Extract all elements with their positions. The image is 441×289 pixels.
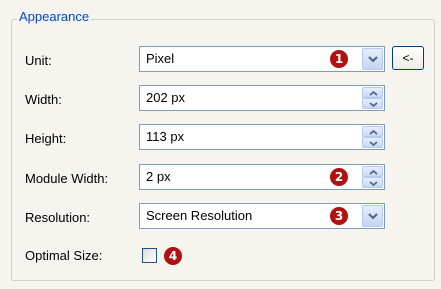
- height-spin-down-button[interactable]: [362, 137, 383, 148]
- width-spin-up-button[interactable]: [362, 87, 383, 98]
- callout-badge-1: 1: [330, 50, 348, 68]
- height-value: 113 px: [146, 129, 185, 144]
- module-width-input[interactable]: 2 px 2: [139, 164, 385, 190]
- width-input[interactable]: 202 px: [139, 85, 385, 111]
- group-title: Appearance: [17, 9, 92, 25]
- width-label: Width:: [25, 92, 62, 107]
- module-width-value: 2 px: [146, 169, 171, 184]
- width-spinner[interactable]: [362, 87, 383, 109]
- height-label: Height:: [25, 131, 67, 146]
- chevron-down-icon: [368, 213, 378, 220]
- width-spin-down-button[interactable]: [362, 98, 383, 109]
- module-width-spin-up-button[interactable]: [362, 166, 383, 177]
- unit-select-value: Pixel: [146, 51, 175, 66]
- chevron-down-icon: [368, 56, 378, 63]
- resolution-select-value: Screen Resolution: [146, 208, 253, 223]
- spin-up-icon: [369, 91, 378, 96]
- spin-down-icon: [369, 102, 378, 107]
- module-width-spinner[interactable]: [362, 166, 383, 188]
- unit-select[interactable]: Pixel 1: [139, 46, 385, 72]
- module-width-spin-down-button[interactable]: [362, 177, 383, 188]
- callout-badge-2: 2: [330, 168, 348, 186]
- callout-badge-4: 4: [164, 247, 182, 265]
- appearance-panel: Appearance Unit: Pixel 1 <- Width: 202 p…: [0, 0, 441, 289]
- callout-badge-3: 3: [330, 207, 348, 225]
- unit-dropdown-button[interactable]: [362, 48, 383, 70]
- height-spin-up-button[interactable]: [362, 126, 383, 137]
- resolution-label: Resolution:: [25, 210, 91, 225]
- spin-up-icon: [369, 130, 378, 135]
- unit-label: Unit:: [25, 53, 52, 68]
- height-input[interactable]: 113 px: [139, 124, 385, 150]
- back-arrow-button[interactable]: <-: [392, 46, 424, 70]
- width-value: 202 px: [146, 90, 186, 105]
- resolution-select[interactable]: Screen Resolution 3: [139, 203, 385, 229]
- optimal-size-checkbox[interactable]: [142, 248, 157, 263]
- resolution-dropdown-button[interactable]: [362, 205, 383, 227]
- module-width-label: Module Width:: [25, 171, 109, 186]
- spin-down-icon: [369, 141, 378, 146]
- optimal-size-label: Optimal Size:: [25, 248, 103, 263]
- spin-down-icon: [369, 181, 378, 186]
- spin-up-icon: [369, 170, 378, 175]
- height-spinner[interactable]: [362, 126, 383, 148]
